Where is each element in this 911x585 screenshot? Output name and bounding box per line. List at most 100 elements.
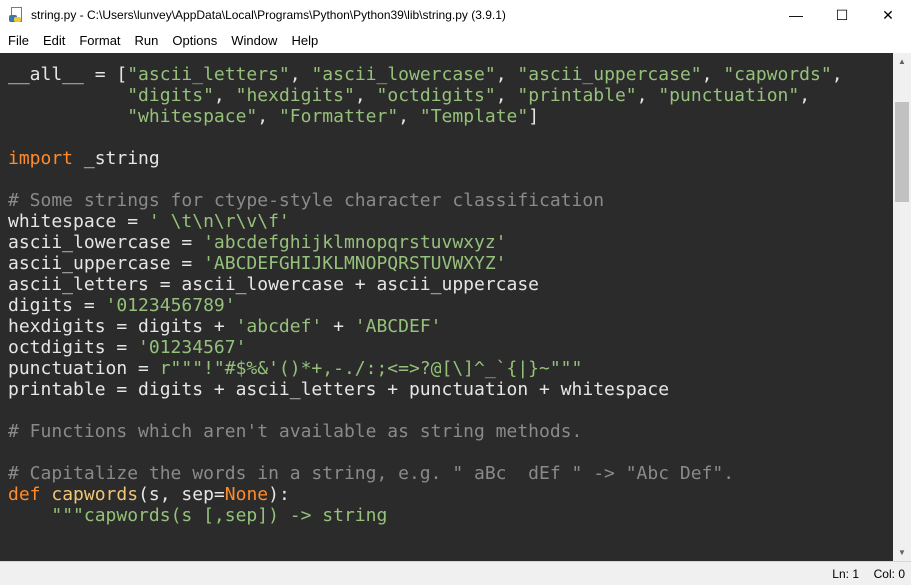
- minimize-icon: —: [789, 7, 803, 23]
- menu-help[interactable]: Help: [283, 33, 324, 48]
- code-token: ascii_letters = ascii_lowercase + ascii_…: [8, 274, 540, 295]
- code-line[interactable]: [8, 127, 843, 148]
- code-token: ascii_lowercase =: [8, 232, 204, 253]
- scroll-thumb[interactable]: [895, 102, 909, 202]
- code-token: "Formatter": [278, 106, 399, 127]
- code-line[interactable]: punctuation = r"""!"#$%&'()*+,-./:;<=>?@…: [8, 358, 843, 379]
- code-token: ,: [495, 85, 518, 106]
- code-token: (s, sep=: [138, 484, 225, 505]
- code-token: 'abcdef': [235, 316, 323, 337]
- code-token: ascii_uppercase =: [8, 253, 204, 274]
- status-column: Col: 0: [873, 567, 905, 581]
- menu-edit[interactable]: Edit: [35, 33, 71, 48]
- code-token: +: [322, 316, 355, 337]
- code-token: "Template": [419, 106, 529, 127]
- code-line[interactable]: [8, 400, 843, 421]
- code-line[interactable]: hexdigits = digits + 'abcdef' + 'ABCDEF': [8, 316, 843, 337]
- code-token: whitespace =: [8, 211, 149, 232]
- menu-format[interactable]: Format: [71, 33, 126, 48]
- title-bar: string.py - C:\Users\lunvey\AppData\Loca…: [0, 0, 911, 30]
- code-token: ,: [495, 64, 518, 85]
- code-line[interactable]: def capwords(s, sep=None):: [8, 484, 843, 505]
- code-token: __all__ = [: [8, 64, 128, 85]
- vertical-scrollbar[interactable]: ▲ ▼: [893, 53, 911, 561]
- window-title: string.py - C:\Users\lunvey\AppData\Loca…: [31, 8, 506, 22]
- code-line[interactable]: octdigits = '01234567': [8, 337, 843, 358]
- menu-run[interactable]: Run: [127, 33, 165, 48]
- code-token: hexdigits = digits +: [8, 316, 236, 337]
- status-bar: Ln: 1 Col: 0: [0, 561, 911, 585]
- code-token: ]: [528, 106, 540, 127]
- code-line[interactable]: import _string: [8, 148, 843, 169]
- code-token: None: [224, 484, 269, 505]
- code-text[interactable]: __all__ = ["ascii_letters", "ascii_lower…: [8, 64, 843, 526]
- window-controls: — ☐ ✕: [773, 0, 911, 30]
- status-line: Ln: 1: [832, 567, 859, 581]
- code-line[interactable]: digits = '0123456789': [8, 295, 843, 316]
- minimize-button[interactable]: —: [773, 0, 819, 30]
- code-line[interactable]: __all__ = ["ascii_letters", "ascii_lower…: [8, 64, 843, 85]
- code-editor[interactable]: __all__ = ["ascii_letters", "ascii_lower…: [0, 53, 893, 561]
- scroll-up-button[interactable]: ▲: [893, 53, 911, 70]
- code-token: ,: [831, 64, 843, 85]
- code-token: ,: [398, 106, 420, 127]
- code-token: # Functions which aren't available as st…: [8, 421, 583, 442]
- code-token: ,: [636, 85, 659, 106]
- menu-window[interactable]: Window: [223, 33, 283, 48]
- menu-bar: File Edit Format Run Options Window Help: [0, 30, 911, 51]
- code-token: ,: [257, 106, 279, 127]
- code-line[interactable]: ascii_uppercase = 'ABCDEFGHIJKLMNOPQRSTU…: [8, 253, 843, 274]
- maximize-button[interactable]: ☐: [819, 0, 865, 30]
- code-token: "ascii_lowercase": [311, 64, 496, 85]
- python-file-icon: [9, 7, 25, 23]
- code-token: printable = digits + ascii_letters + pun…: [8, 379, 670, 400]
- code-token: ,: [354, 85, 377, 106]
- code-token: def: [8, 484, 41, 505]
- code-line[interactable]: [8, 169, 843, 190]
- code-token: octdigits =: [8, 337, 139, 358]
- code-line[interactable]: # Capitalize the words in a string, e.g.…: [8, 463, 843, 484]
- maximize-icon: ☐: [835, 6, 849, 23]
- code-token: capwords: [51, 484, 139, 505]
- chevron-up-icon: ▲: [898, 57, 906, 66]
- code-token: ):: [268, 484, 290, 505]
- code-token: punctuation =: [8, 358, 160, 379]
- code-token: 'abcdefghijklmnopqrstuvwxyz': [203, 232, 507, 253]
- code-token: "hexdigits": [235, 85, 355, 106]
- code-token: digits =: [8, 295, 106, 316]
- code-line[interactable]: ascii_letters = ascii_lowercase + ascii_…: [8, 274, 843, 295]
- code-token: 'ABCDEF': [354, 316, 442, 337]
- scroll-down-button[interactable]: ▼: [893, 544, 911, 561]
- code-token: ,: [799, 85, 811, 106]
- code-token: "octdigits": [376, 85, 496, 106]
- code-line[interactable]: printable = digits + ascii_letters + pun…: [8, 379, 843, 400]
- code-token: import: [8, 148, 74, 169]
- chevron-down-icon: ▼: [898, 548, 906, 557]
- code-token: _string: [73, 148, 160, 169]
- code-line[interactable]: "whitespace", "Formatter", "Template"]: [8, 106, 843, 127]
- code-token: "punctuation": [658, 85, 800, 106]
- code-line[interactable]: ascii_lowercase = 'abcdefghijklmnopqrstu…: [8, 232, 843, 253]
- code-line[interactable]: whitespace = ' \t\n\r\v\f': [8, 211, 843, 232]
- code-token: "whitespace": [127, 106, 258, 127]
- code-token: """capwords(s [,sep]) -> string: [51, 505, 388, 526]
- code-line[interactable]: """capwords(s [,sep]) -> string: [8, 505, 843, 526]
- menu-options[interactable]: Options: [164, 33, 223, 48]
- code-line[interactable]: [8, 442, 843, 463]
- menu-file[interactable]: File: [0, 33, 35, 48]
- close-button[interactable]: ✕: [865, 0, 911, 30]
- code-token: "ascii_uppercase": [517, 64, 702, 85]
- code-token: ' \t\n\r\v\f': [148, 211, 290, 232]
- code-token: '0123456789': [105, 295, 236, 316]
- code-token: ,: [701, 64, 724, 85]
- code-token: # Capitalize the words in a string, e.g.…: [8, 463, 735, 484]
- code-token: ,: [213, 85, 236, 106]
- code-line[interactable]: # Some strings for ctype-style character…: [8, 190, 843, 211]
- code-line[interactable]: "digits", "hexdigits", "octdigits", "pri…: [8, 85, 843, 106]
- code-token: r"""!"#$%&'()*+,-./:;<=>?@[\]^_`{|}~""": [159, 358, 583, 379]
- code-line[interactable]: # Functions which aren't available as st…: [8, 421, 843, 442]
